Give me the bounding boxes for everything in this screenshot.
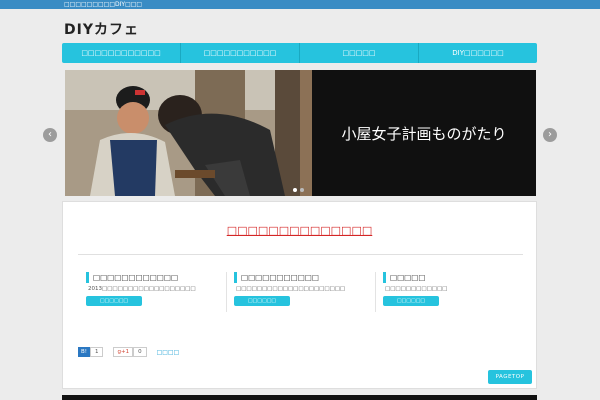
google-plus-button[interactable]: g+1 0: [113, 347, 147, 357]
feature-more-button[interactable]: □□□□□□: [234, 296, 290, 306]
nav-item-4[interactable]: DIY□□□□□□: [419, 43, 537, 63]
slider-dot-1[interactable]: [293, 188, 297, 192]
nav-item-3[interactable]: □□□□□: [300, 43, 419, 63]
column-divider: [375, 272, 376, 312]
nav-item-1[interactable]: □□□□□□□□□□□□: [62, 43, 181, 63]
feature-heading: □□□□□□□□□□□□: [86, 272, 226, 283]
section-divider: [78, 254, 523, 255]
google-plus-icon: g+1: [113, 347, 134, 357]
feature-heading: □□□□□: [383, 272, 523, 283]
hero-caption: 小屋女子計画ものがたり: [312, 70, 536, 196]
feature-more-button[interactable]: □□□□□□: [86, 296, 142, 306]
feature-description: □□□□□□□□□□□□□□□□□□□□□: [236, 286, 346, 292]
slider-prev-icon[interactable]: ‹: [43, 128, 57, 142]
column-divider: [226, 272, 227, 312]
google-plus-count: 0: [133, 347, 147, 357]
slider-dots: [293, 188, 304, 192]
site-logo[interactable]: DIYカフェ: [64, 19, 139, 39]
hatena-count: 1: [89, 347, 104, 357]
section-title[interactable]: □□□□□□□□□□□□□□: [63, 224, 536, 237]
feature-column-3: □□□□□ □□□□□□□□□□□□ □□□□□□: [383, 272, 523, 312]
top-bar: □□□□□□□□□DIY□□□: [0, 0, 600, 9]
nav-item-2[interactable]: □□□□□□□□□□□: [181, 43, 300, 63]
feature-heading: □□□□□□□□□□□: [234, 272, 374, 283]
feature-description: □□□□□□□□□□□□: [385, 286, 448, 292]
feature-column-1: □□□□□□□□□□□□ 2013□□□□□□□□□□□□□□□□□□ □□□□…: [86, 272, 226, 312]
hatena-bookmark-button[interactable]: B! 1: [78, 347, 104, 357]
feature-column-2: □□□□□□□□□□□ □□□□□□□□□□□□□□□□□□□□□ □□□□□□: [234, 272, 374, 312]
footer-bar: [62, 395, 537, 400]
hero-slider: 小屋女子計画ものがたり: [65, 70, 536, 196]
social-share-bar: B! 1 g+1 0 □□□□: [78, 347, 179, 357]
top-bar-text: □□□□□□□□□DIY□□□: [64, 1, 143, 8]
content-panel: □□□□□□□□□□□□□□ □□□□□□□□□□□□ 2013□□□□□□□□…: [62, 201, 537, 389]
feature-more-button[interactable]: □□□□□□: [383, 296, 439, 306]
hatena-icon: B!: [78, 347, 90, 357]
pagetop-button[interactable]: PAGETOP: [488, 370, 532, 384]
workshop-photo-illustration: [65, 70, 312, 196]
main-nav: □□□□□□□□□□□□ □□□□□□□□□□□ □□□□□ DIY□□□□□□: [62, 43, 537, 63]
hero-photo: [65, 70, 312, 196]
feature-description: 2013□□□□□□□□□□□□□□□□□□: [88, 286, 196, 292]
slider-dot-2[interactable]: [300, 188, 304, 192]
slider-next-icon[interactable]: ›: [543, 128, 557, 142]
share-link[interactable]: □□□□: [157, 349, 180, 356]
